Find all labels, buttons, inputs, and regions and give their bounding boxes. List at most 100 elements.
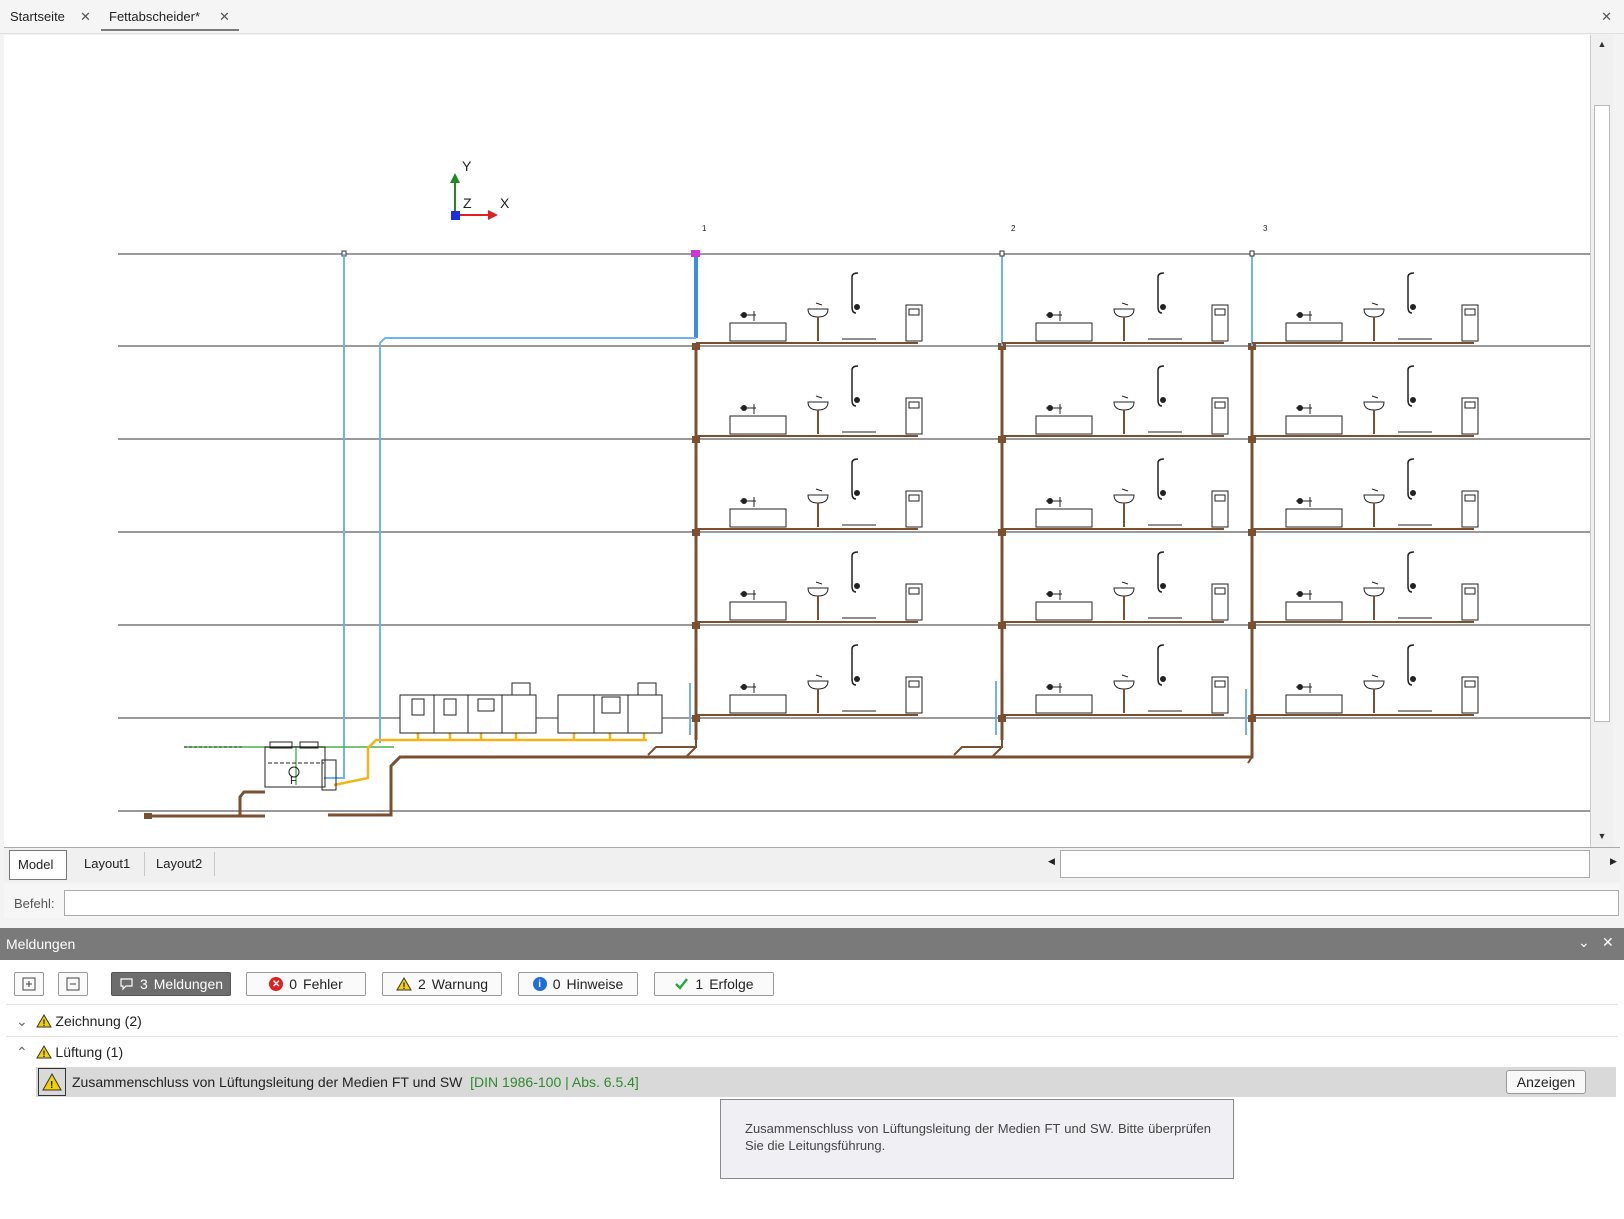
vertical-scrollbar[interactable]: ▲ ▼ [1590,35,1613,847]
collapse-all-icon [66,977,80,991]
shower [1157,272,1165,278]
filter-errors-button[interactable]: ✕ 0 Fehler [246,972,366,996]
layout-tab-layout1[interactable]: Layout1 [76,850,138,878]
bathtub [1285,694,1343,714]
pipe-cap [1249,250,1255,257]
filter-warnings-button[interactable]: ! 2 Warnung [382,972,502,996]
shower [1407,551,1415,557]
shower-valve [854,490,860,496]
scroll-down-icon[interactable]: ▼ [1591,831,1613,841]
kitchen-unit [557,694,597,734]
close-icon[interactable]: ✕ [80,0,91,33]
scroll-left-icon[interactable]: ◀ [1048,856,1055,867]
pipe-cap [999,250,1005,257]
bathtub [729,601,787,621]
column-label-1: 1 [702,224,707,233]
svg-text:!: ! [402,981,405,991]
washbasin [1113,308,1135,318]
wc [1461,490,1479,528]
wc [1211,304,1229,342]
basin-tap [1371,302,1379,306]
kitchen-unit [501,694,537,734]
svg-text:!: ! [42,1018,45,1028]
chevron-up-icon[interactable]: ⌃ [16,1044,28,1060]
svg-text:!: ! [42,1049,45,1059]
washbasin [807,494,829,504]
horizontal-scrollbar[interactable]: ◀ ▶ [1044,850,1622,878]
drain-end [144,813,152,819]
y-axis-label: Y [462,158,472,174]
message-row[interactable]: ! Zusammenschluss von Lüftungsleitung de… [36,1067,1616,1097]
wc [905,676,923,714]
bathtub [1285,508,1343,528]
tab-startseite[interactable]: Startseite ✕ [10,0,94,31]
riser-joint [692,715,700,722]
divider [6,1004,1618,1005]
shower-valve [1410,304,1416,310]
filter-count: 2 [417,976,426,992]
riser-joint [998,529,1006,536]
filter-success-button[interactable]: 1 Erfolge [654,972,774,996]
tab-fettabscheider[interactable]: Fettabscheider* ✕ [101,0,239,31]
group-label: Lüftung (1) [55,1044,124,1060]
scroll-up-icon[interactable]: ▲ [1591,39,1613,49]
grease-separator: F [264,741,337,791]
speech-bubble-icon [120,978,133,991]
error-icon: ✕ [269,977,284,991]
column-label-2: 2 [1011,224,1016,233]
shower [851,458,859,464]
drawing-canvas[interactable]: Y Z X 1 2 3 F [4,35,1590,847]
group-zeichnung[interactable]: ⌄ ! Zeichnung (2) [16,1006,142,1036]
close-icon[interactable]: ✕ [219,0,230,33]
ucs-axis-icon: Y Z X [450,158,510,220]
filter-all-messages-button[interactable]: 3 Meldungen [111,972,231,996]
cad-drawing[interactable]: Y Z X 1 2 3 F [4,35,1590,847]
shower-valve [1160,676,1166,682]
water-line [324,254,345,779]
kitchen-unit [433,694,469,734]
riser-joint [1248,529,1256,536]
basin-tap [1371,581,1379,585]
riser-joint [998,715,1006,722]
shower [1407,644,1415,650]
collapse-all-button[interactable] [58,972,88,996]
pipe-network [144,250,1474,819]
message-text: Zusammenschluss von Lüftungsleitung der … [72,1074,639,1090]
bathtub [729,508,787,528]
washbasin [807,308,829,318]
bathtub [1035,601,1093,621]
drain-line [647,740,697,756]
tab-label: Startseite [10,9,65,24]
layout-tab-layout2[interactable]: Layout2 [148,850,210,878]
panel-title: Meldungen [6,936,76,952]
group-lueftung[interactable]: ⌃ ! Lüftung (1) [16,1037,123,1067]
wc [1461,304,1479,342]
scroll-track[interactable] [1060,850,1590,878]
layout-tab-model[interactable]: Model [9,850,67,880]
bathtub [1035,508,1093,528]
collapse-chevron-icon[interactable]: ⌄ [1578,934,1590,951]
warning-icon: ! [35,1045,52,1059]
message-warning-box: ! [38,1068,66,1096]
riser-joint [692,529,700,536]
expand-all-button[interactable] [14,972,44,996]
close-icon[interactable]: ✕ [1602,934,1614,951]
scroll-right-icon[interactable]: ▶ [1610,856,1617,867]
bathtub [1035,694,1093,714]
chevron-down-icon[interactable]: ⌄ [16,1013,28,1029]
filter-hints-button[interactable]: i 0 Hinweise [518,972,638,996]
warning-icon: ! [42,1072,62,1091]
shower [851,272,859,278]
message-reference-link[interactable]: [DIN 1986-100 | Abs. 6.5.4] [470,1074,639,1090]
bathtub [1035,415,1093,435]
scroll-thumb[interactable] [1594,105,1610,722]
washbasin [807,680,829,690]
show-button[interactable]: Anzeigen [1506,1070,1586,1094]
command-input[interactable] [64,890,1619,916]
tab-divider [144,852,145,876]
bathtub [729,694,787,714]
close-icon[interactable]: ✕ [1601,0,1612,33]
washbasin [1363,494,1385,504]
filter-label: Fehler [303,976,343,992]
bathtub [1285,415,1343,435]
